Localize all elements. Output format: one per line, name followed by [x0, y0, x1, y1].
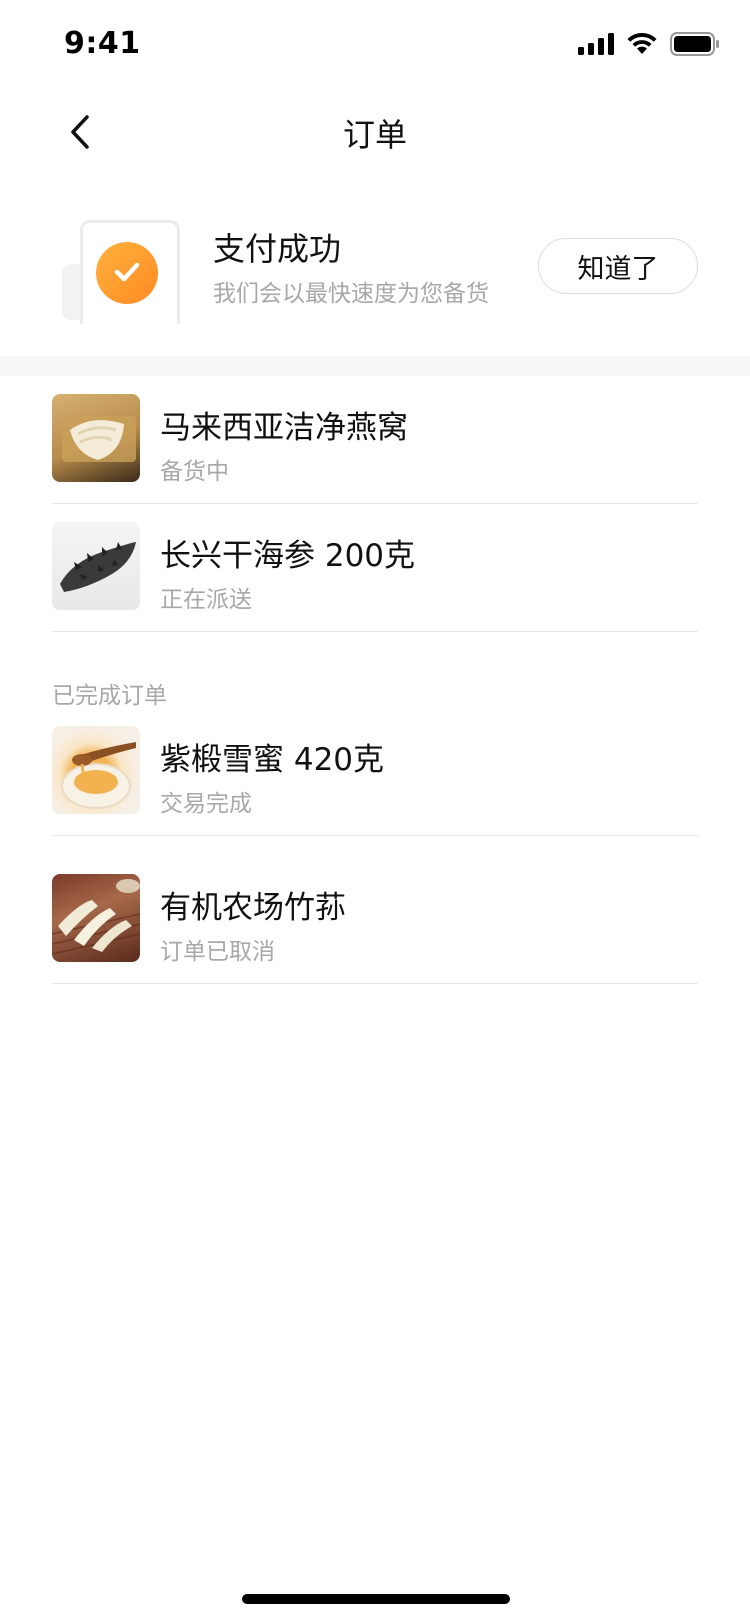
home-indicator [242, 1594, 510, 1604]
status-time: 9:41 [64, 26, 141, 61]
got-it-button[interactable]: 知道了 [538, 238, 698, 294]
honey-thumbnail [52, 726, 140, 814]
payment-subtitle: 我们会以最快速度为您备货 [213, 281, 489, 307]
section-divider [0, 356, 750, 376]
order-item[interactable]: 有机农场竹荪 订单已取消 [52, 856, 698, 984]
check-circle-icon [96, 242, 158, 304]
bird-nest-thumbnail [52, 394, 140, 482]
payment-success-card: 支付成功 我们会以最快速度为您备货 知道了 [0, 200, 750, 356]
order-item[interactable]: 长兴干海参 200克 正在派送 [52, 504, 698, 632]
order-name: 马来西亚洁净燕窝 [160, 410, 408, 446]
cellular-signal-icon [578, 33, 614, 55]
wifi-icon [627, 32, 657, 54]
completed-orders-heading: 已完成订单 [52, 683, 167, 709]
order-status: 交易完成 [160, 791, 252, 817]
status-bar: 9:41 [0, 0, 750, 88]
page-title: 订单 [342, 116, 407, 154]
status-icons [578, 32, 720, 56]
order-name: 紫椴雪蜜 420克 [160, 742, 385, 778]
sea-cucumber-thumbnail [52, 522, 140, 610]
order-name: 有机农场竹荪 [160, 890, 346, 926]
order-status: 订单已取消 [160, 939, 275, 965]
order-status: 备货中 [160, 459, 229, 485]
payment-title: 支付成功 [213, 230, 342, 268]
battery-icon [670, 32, 719, 56]
order-name: 长兴干海参 200克 [160, 538, 416, 574]
bamboo-fungus-thumbnail [52, 874, 140, 962]
order-item[interactable]: 紫椴雪蜜 420克 交易完成 [52, 708, 698, 836]
order-item[interactable]: 马来西亚洁净燕窝 备货中 [52, 376, 698, 504]
order-status: 正在派送 [160, 587, 252, 613]
nav-bar: 订单 [0, 88, 750, 176]
payment-success-illustration [62, 220, 182, 330]
